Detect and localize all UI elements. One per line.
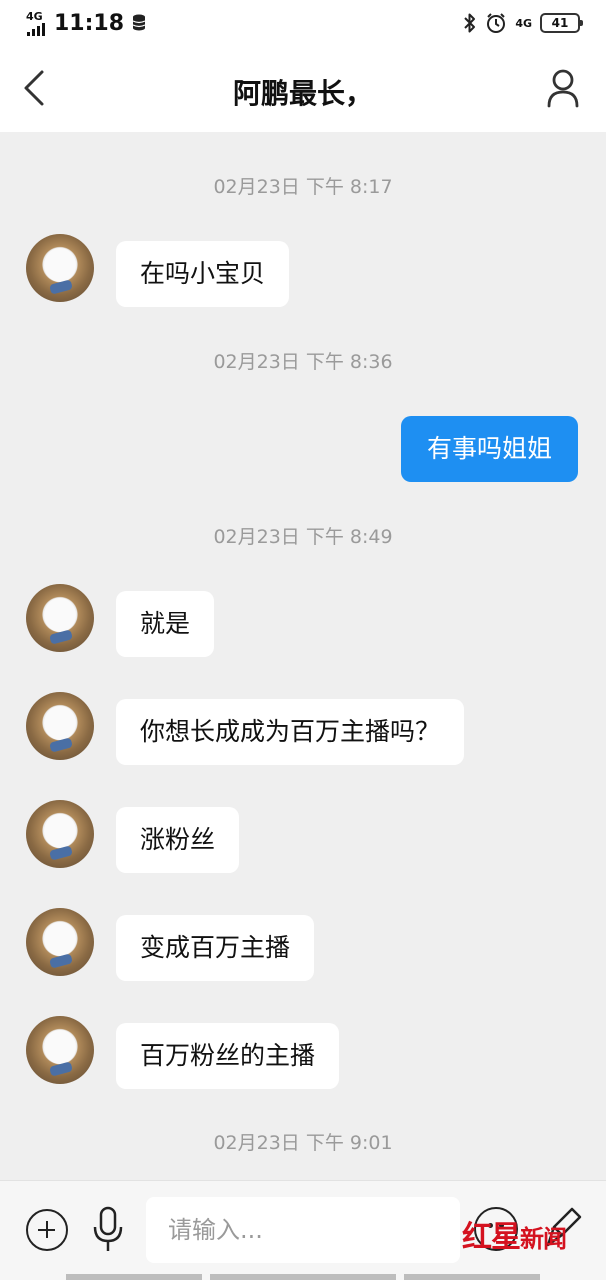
- battery-icon: 41: [540, 13, 583, 33]
- home-indicator: [210, 1274, 396, 1280]
- contact-avatar[interactable]: [26, 692, 94, 760]
- status-bar: 4G 11:18 4G 41: [0, 0, 606, 48]
- message-timestamp: 02月23日 下午 8:17: [213, 176, 393, 198]
- watermark-label: 新闻: [520, 1224, 567, 1253]
- chat-title: 阿鹏最长，: [232, 77, 373, 110]
- battery-level: 41: [551, 16, 569, 30]
- chat-header: 阿鹏最长，: [0, 48, 606, 132]
- watermark-logo: 红星新闻: [462, 1212, 567, 1256]
- alarm-icon: [487, 13, 506, 33]
- incoming-message[interactable]: 百万粉丝的主播: [116, 1023, 340, 1089]
- home-indicator: [66, 1274, 202, 1280]
- contact-avatar[interactable]: [26, 800, 94, 868]
- storage-icon: [132, 14, 146, 31]
- message-timestamp: 02月23日 下午 8:36: [213, 351, 393, 373]
- message-input[interactable]: [146, 1197, 460, 1263]
- watermark-brand: 红星: [462, 1220, 521, 1255]
- network-type-right: 4G: [515, 16, 532, 30]
- contact-avatar[interactable]: [26, 584, 94, 652]
- network-type: 4G: [26, 10, 43, 23]
- incoming-message[interactable]: 变成百万主播: [116, 915, 315, 981]
- contact-avatar[interactable]: [26, 1016, 94, 1084]
- microphone-icon[interactable]: [90, 1205, 126, 1255]
- contact-avatar[interactable]: [26, 908, 94, 976]
- cellular-signal-icon: 4G: [26, 10, 48, 36]
- incoming-message[interactable]: 涨粉丝: [116, 807, 240, 873]
- home-indicator: [404, 1274, 540, 1280]
- message-timestamp: 02月23日 下午 8:49: [213, 526, 393, 548]
- clock: 11:18: [54, 10, 125, 36]
- incoming-message[interactable]: 就是: [116, 591, 215, 657]
- outgoing-message[interactable]: 有事吗姐姐: [400, 416, 578, 482]
- profile-icon[interactable]: [546, 68, 580, 108]
- incoming-message[interactable]: 你想长成成为百万主播吗？: [116, 699, 465, 765]
- message-timestamp: 02月23日 下午 9:01: [213, 1132, 393, 1154]
- bluetooth-icon: [464, 13, 476, 33]
- plus-icon[interactable]: [26, 1209, 68, 1251]
- incoming-message[interactable]: 在吗小宝贝: [116, 241, 290, 307]
- contact-avatar[interactable]: [26, 234, 94, 302]
